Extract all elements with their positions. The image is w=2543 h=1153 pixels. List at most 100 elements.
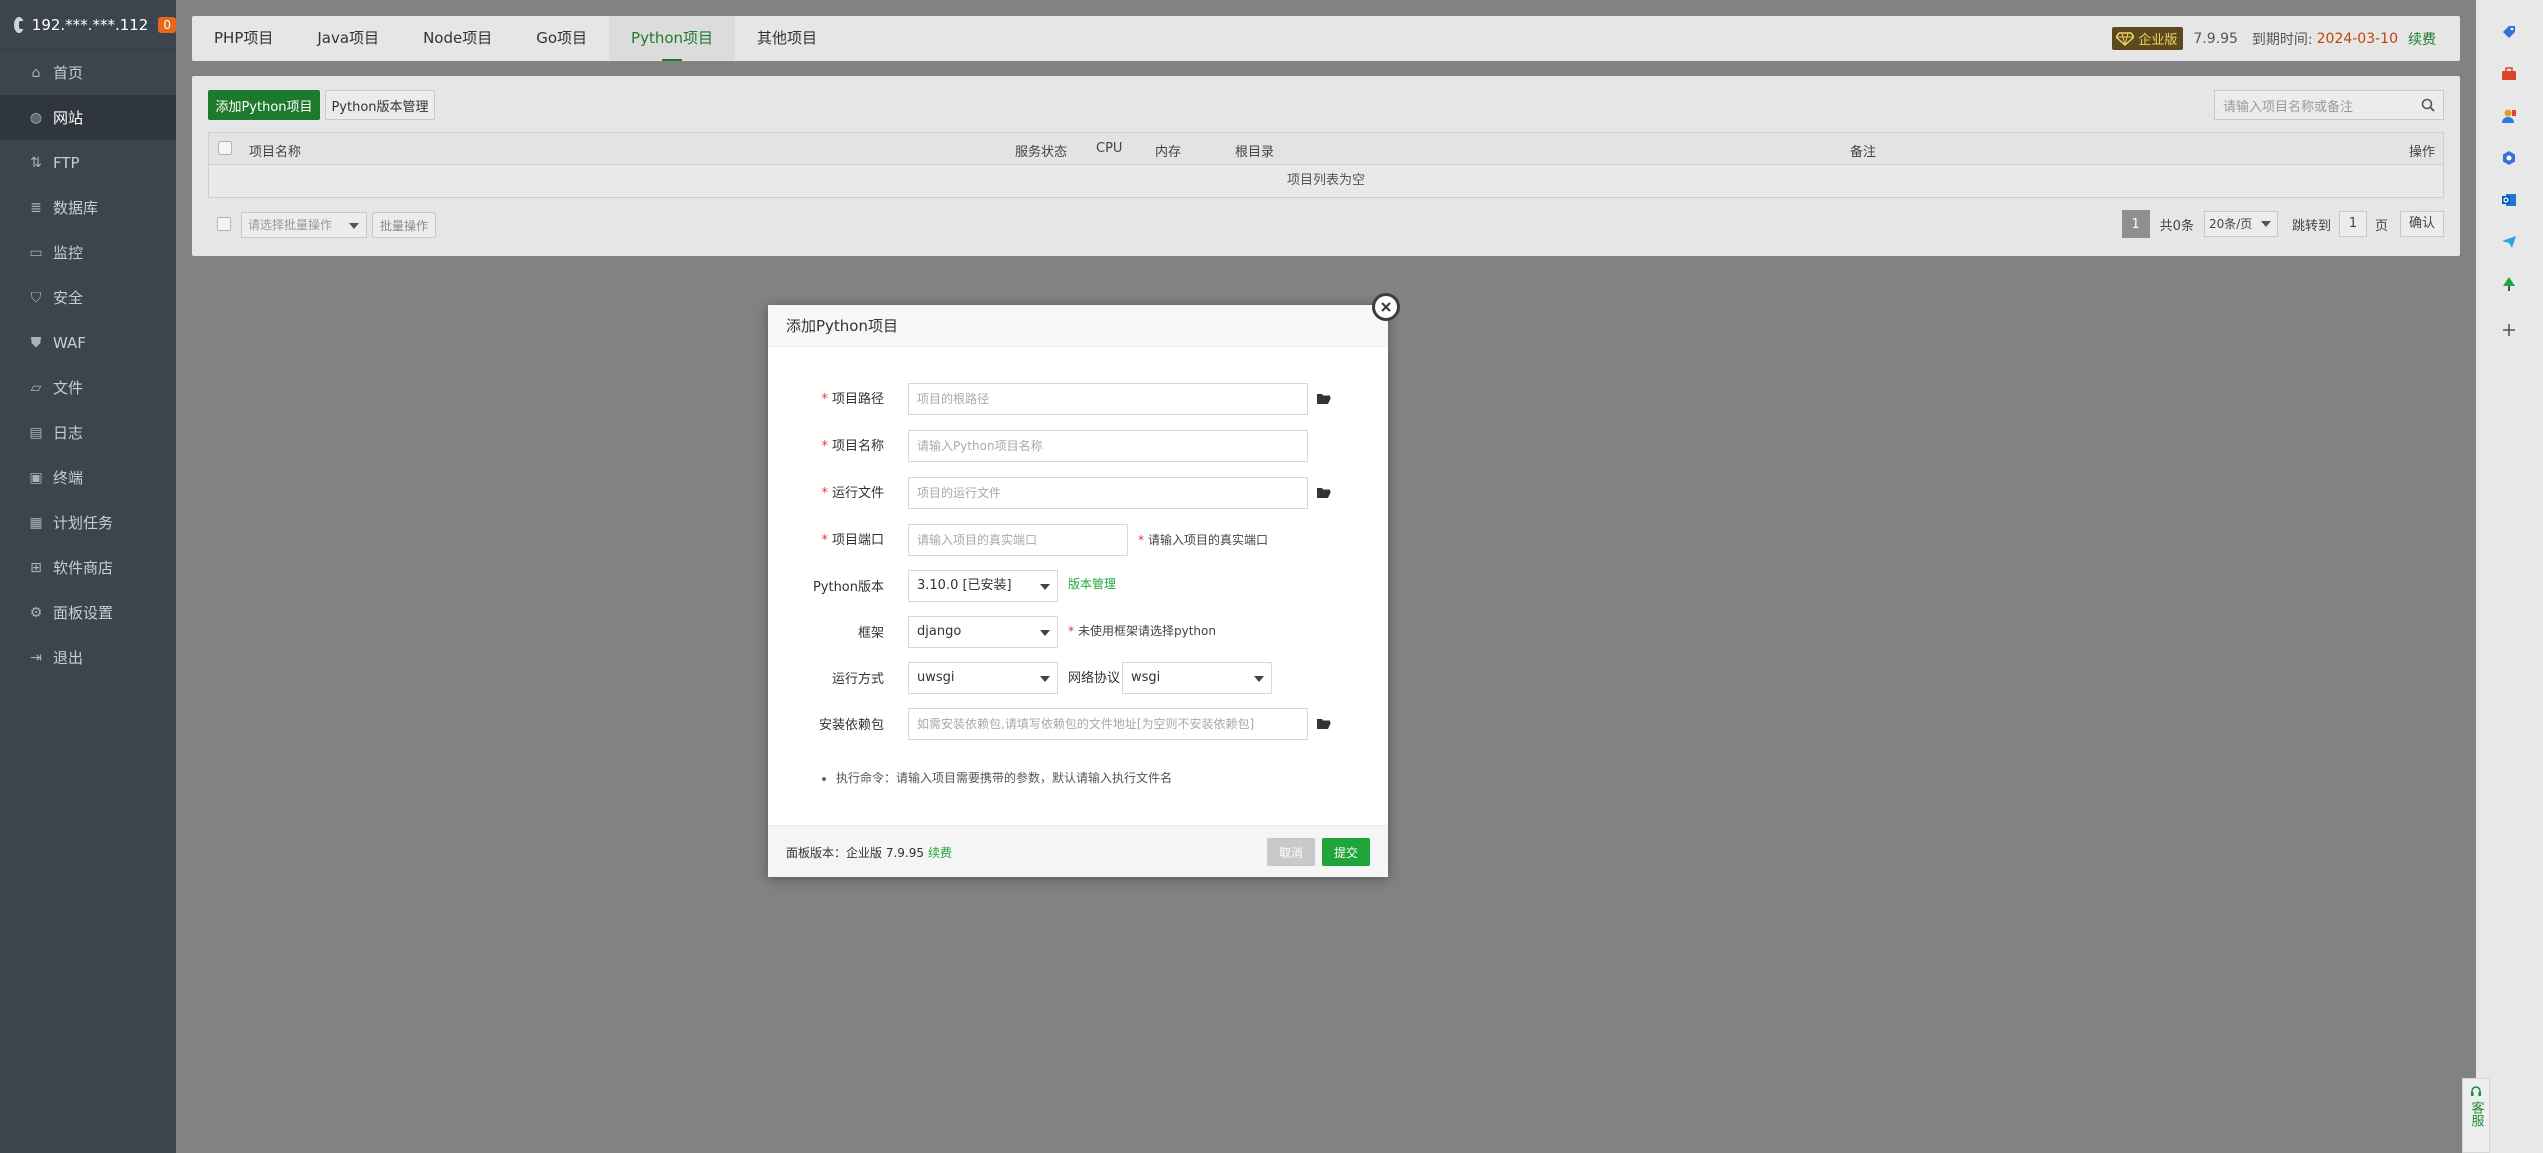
table-header: 项目名称 服务状态 CPU 内存 根目录 备注 操作 [208, 132, 2444, 164]
database-icon: ≣ [30, 199, 42, 216]
python-version-label: Python版本 [812, 580, 884, 595]
deps-label: 安装依赖包 [818, 718, 884, 733]
sidebar-item-4[interactable]: ▭ 监控 [0, 230, 176, 275]
framework-hint: * 未使用框架请选择python [1068, 624, 1216, 638]
dialog-title: 添加Python项目 [768, 305, 1388, 347]
cube-icon[interactable] [2499, 148, 2519, 168]
jump-label: 跳转到 [2291, 218, 2331, 234]
sidebar-item-3[interactable]: ≣ 数据库 [0, 185, 176, 230]
folder-open-icon[interactable] [1316, 718, 1332, 730]
sidebar-item-2[interactable]: ⇅ FTP [0, 140, 176, 185]
select-all-checkbox[interactable] [218, 141, 232, 155]
customer-service-button[interactable]: 客服 [2462, 1078, 2490, 1153]
sidebar-item-label: WAF [53, 333, 86, 352]
jump-confirm-button[interactable]: 确认 [2399, 211, 2444, 237]
sidebar-item-7[interactable]: ▱ 文件 [0, 365, 176, 410]
sidebar-item-label: 文件 [53, 379, 84, 397]
run-mode-label: 运行方式 [831, 672, 884, 687]
gear-icon: ⚙ [29, 604, 43, 621]
sidebar-item-9[interactable]: ▣ 终端 [0, 455, 176, 500]
folder-open-icon[interactable] [1316, 487, 1332, 499]
pagination: 1 共0条 20条/页 跳转到 1 页 确认 [2121, 210, 2444, 238]
close-icon[interactable] [1372, 293, 1400, 321]
protocol-select[interactable]: wsgi [1122, 662, 1272, 694]
project-path-input[interactable]: 项目的根路径 [908, 383, 1308, 415]
run-mode-select[interactable]: uwsgi [908, 662, 1058, 694]
submit-button[interactable]: 提交 [1322, 838, 1370, 866]
outlook-icon[interactable] [2499, 190, 2519, 210]
jump-page-input[interactable]: 1 [2338, 211, 2367, 237]
bottom-select-checkbox[interactable] [217, 217, 231, 231]
project-panel: 添加Python项目 Python版本管理 请输入项目名称或备注 项目名称 服务… [192, 76, 2460, 256]
col-cpu: CPU [1096, 141, 1123, 156]
sidebar-item-label: 面板设置 [53, 604, 114, 622]
port-hint: * 请输入项目的真实端口 [1138, 533, 1269, 547]
renew-link[interactable]: 续费 [2408, 29, 2436, 49]
folder-open-icon[interactable] [1316, 393, 1332, 405]
notification-badge[interactable]: 0 [158, 16, 176, 33]
headset-icon [2471, 1086, 2481, 1096]
page-current[interactable]: 1 [2121, 210, 2150, 238]
sidebar-item-13[interactable]: ⇥ 退出 [0, 635, 176, 680]
sidebar-item-1[interactable]: ◍ 网站 [0, 95, 176, 140]
license-info: 企业版 7.9.95 到期时间: 2024-03-10 续费 [2112, 16, 2436, 61]
sidebar-item-12[interactable]: ⚙ 面板设置 [0, 590, 176, 635]
python-version-manage-button[interactable]: Python版本管理 [325, 90, 435, 120]
framework-select[interactable]: django [908, 616, 1058, 648]
sidebar-item-5[interactable]: ⛉ 安全 [0, 275, 176, 320]
sidebar-item-label: 安全 [53, 289, 84, 307]
expire-label: 到期时间: [2251, 31, 2313, 48]
python-version-select[interactable]: 3.10.0 [已安装] [908, 570, 1058, 602]
batch-operation-select[interactable]: 请选择批量操作 [241, 212, 367, 238]
server-host: 192.***.***.112 [31, 15, 149, 34]
tab-1[interactable]: Java项目 [295, 16, 401, 61]
sidebar-item-10[interactable]: ▦ 计划任务 [0, 500, 176, 545]
deps-input[interactable]: 如需安装依赖包,请填写依赖包的文件地址[为空则不安装依赖包] [908, 708, 1308, 740]
server-header[interactable]: 192.***.***.112 0 [0, 0, 176, 50]
briefcase-icon[interactable] [2499, 64, 2519, 84]
per-page-select[interactable]: 20条/页 [2203, 211, 2278, 237]
tab-2[interactable]: Node项目 [401, 16, 514, 61]
sidebar-item-label: 计划任务 [53, 514, 114, 532]
sidebar-item-8[interactable]: ▤ 日志 [0, 410, 176, 455]
path-label: * 项目路径 [821, 392, 884, 407]
apps-icon: ⊞ [30, 559, 42, 576]
tree-icon[interactable] [2499, 274, 2519, 294]
page-unit: 页 [2374, 218, 2388, 234]
tab-list: PHP项目 Java项目 Node项目 Go项目 Python项目 其他项目 [192, 16, 839, 61]
command-note: 执行命令：请输入项目需要携带的参数，默认请输入执行文件名 [822, 769, 1172, 786]
run-file-input[interactable]: 项目的运行文件 [908, 477, 1308, 509]
sidebar-item-label: 日志 [53, 424, 84, 442]
send-icon[interactable] [2499, 232, 2519, 252]
tab-3[interactable]: Go项目 [514, 16, 609, 61]
table-empty-row: 项目列表为空 [208, 164, 2444, 198]
sidebar-item-label: 数据库 [53, 199, 99, 217]
search-icon[interactable] [2421, 98, 2435, 112]
dialog-footer: 面板版本：企业版 7.9.95 续费 取消 提交 [768, 825, 1388, 877]
batch-select-placeholder: 请选择批量操作 [248, 218, 333, 232]
sidebar-item-label: FTP [53, 153, 80, 172]
cancel-button[interactable]: 取消 [1267, 838, 1315, 866]
sidebar-item-11[interactable]: ⊞ 软件商店 [0, 545, 176, 590]
tab-0[interactable]: PHP项目 [192, 16, 295, 61]
tab-5[interactable]: 其他项目 [735, 16, 839, 61]
sidebar-item-0[interactable]: ⌂ 首页 [0, 50, 176, 95]
ftp-icon: ⇅ [30, 154, 42, 171]
sidebar-item-6[interactable]: ⛊ WAF [0, 320, 176, 365]
user-icon[interactable] [2499, 106, 2519, 126]
sidebar: 192.***.***.112 0 ⌂ 首页 ◍ 网站 ⇅ FTP ≣ 数据库 ▭ 监控 ⛉ 安全 ⛊ W… [0, 0, 176, 1153]
plus-icon[interactable] [2499, 320, 2519, 340]
project-port-input[interactable]: 请输入项目的真实端口 [908, 524, 1128, 556]
logout-icon: ⇥ [30, 649, 42, 666]
search-input[interactable]: 请输入项目名称或备注 [2214, 90, 2444, 120]
project-name-input[interactable]: 请输入Python项目名称 [908, 430, 1308, 462]
add-python-project-button[interactable]: 添加Python项目 [208, 90, 320, 120]
version-manage-link[interactable]: 版本管理 [1068, 575, 1116, 592]
sidebar-item-label: 软件商店 [53, 559, 114, 577]
footer-renew-link[interactable]: 续费 [928, 846, 952, 860]
col-action: 操作 [2409, 145, 2436, 160]
tab-4[interactable]: Python项目 [609, 16, 736, 61]
batch-operation-button[interactable]: 批量操作 [372, 212, 436, 238]
tag-icon[interactable] [2499, 22, 2519, 42]
waf-shield-icon: ⛊ [30, 334, 42, 351]
